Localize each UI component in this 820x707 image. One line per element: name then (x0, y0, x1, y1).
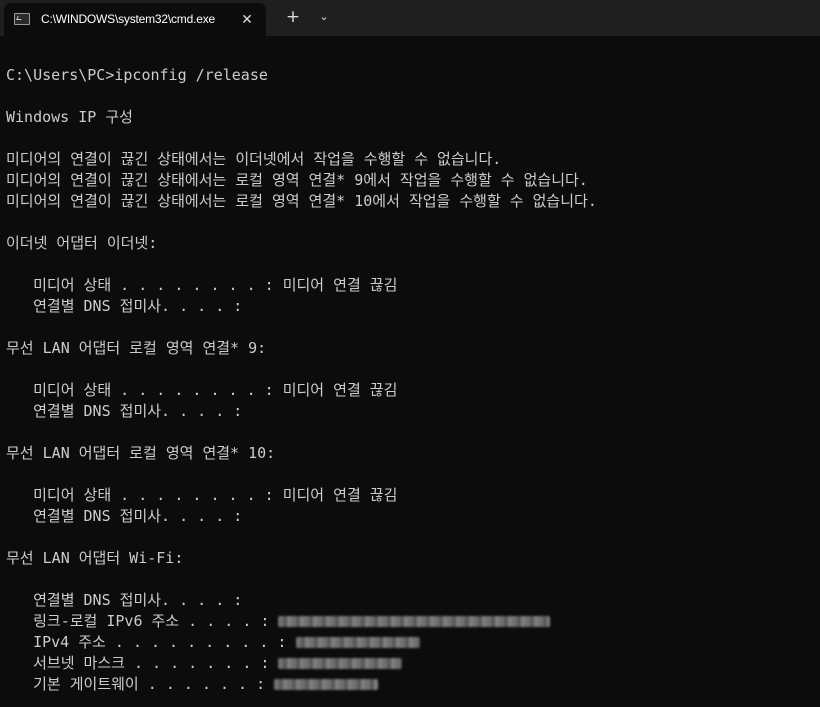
dns-suffix-line: 연결별 DNS 접미사. . . . : (6, 402, 243, 420)
ipv6-label: 링크-로컬 IPv6 주소 . . . . : (6, 612, 270, 630)
adapter-header: 무선 LAN 어댑터 Wi-Fi: (6, 549, 184, 567)
tab-cmd[interactable]: C:\WINDOWS\system32\cmd.exe ✕ (4, 3, 266, 36)
media-state-line: 미디어 상태 . . . . . . . . : 미디어 연결 끊김 (6, 381, 398, 399)
terminal-icon (14, 13, 30, 25)
console-output[interactable]: C:\Users\PC>ipconfig /release Windows IP… (0, 36, 820, 707)
redacted-subnet-value (278, 658, 403, 669)
error-message: 미디어의 연결이 끊긴 상태에서는 로컬 영역 연결* 9에서 작업을 수행할 … (6, 171, 588, 189)
subnet-label: 서브넷 마스크 . . . . . . . : (6, 654, 270, 672)
new-tab-button[interactable]: + (284, 8, 302, 26)
redacted-gateway-value (274, 679, 379, 690)
subnet-line: 서브넷 마스크 . . . . . . . : (6, 653, 403, 674)
media-state-line: 미디어 상태 . . . . . . . . : 미디어 연결 끊김 (6, 276, 398, 294)
adapter-header: 무선 LAN 어댑터 로컬 영역 연결* 9: (6, 339, 267, 357)
error-message: 미디어의 연결이 끊긴 상태에서는 이더넷에서 작업을 수행할 수 없습니다. (6, 150, 502, 168)
redacted-ipv6-value (278, 616, 551, 627)
close-icon[interactable]: ✕ (238, 11, 256, 29)
config-header: Windows IP 구성 (6, 108, 133, 126)
adapter-header: 이더넷 어댑터 이더넷: (6, 234, 158, 252)
terminal-window: C:\WINDOWS\system32\cmd.exe ✕ + ⌄ C:\Use… (0, 0, 820, 707)
redacted-ipv4-value (295, 637, 420, 648)
tab-strip: C:\WINDOWS\system32\cmd.exe ✕ + ⌄ (0, 0, 820, 36)
ipv6-line: 링크-로컬 IPv6 주소 . . . . : (6, 611, 551, 632)
tab-title: C:\WINDOWS\system32\cmd.exe (41, 12, 215, 26)
gateway-line: 기본 게이트웨이 . . . . . . : (6, 674, 379, 695)
media-state-line: 미디어 상태 . . . . . . . . : 미디어 연결 끊김 (6, 486, 398, 504)
gateway-label: 기본 게이트웨이 . . . . . . : (6, 675, 266, 693)
ipv4-label: IPv4 주소 . . . . . . . . . : (6, 633, 287, 651)
dns-suffix-line: 연결별 DNS 접미사. . . . : (6, 507, 243, 525)
dns-suffix-line: 연결별 DNS 접미사. . . . : (6, 591, 243, 609)
adapter-header: 무선 LAN 어댑터 로컬 영역 연결* 10: (6, 444, 276, 462)
error-message: 미디어의 연결이 끊긴 상태에서는 로컬 영역 연결* 10에서 작업을 수행할… (6, 192, 597, 210)
chevron-down-icon[interactable]: ⌄ (315, 8, 333, 26)
ipv4-line: IPv4 주소 . . . . . . . . . : (6, 632, 420, 653)
command-prompt: C:\Users\PC>ipconfig /release (6, 66, 268, 84)
dns-suffix-line: 연결별 DNS 접미사. . . . : (6, 297, 243, 315)
